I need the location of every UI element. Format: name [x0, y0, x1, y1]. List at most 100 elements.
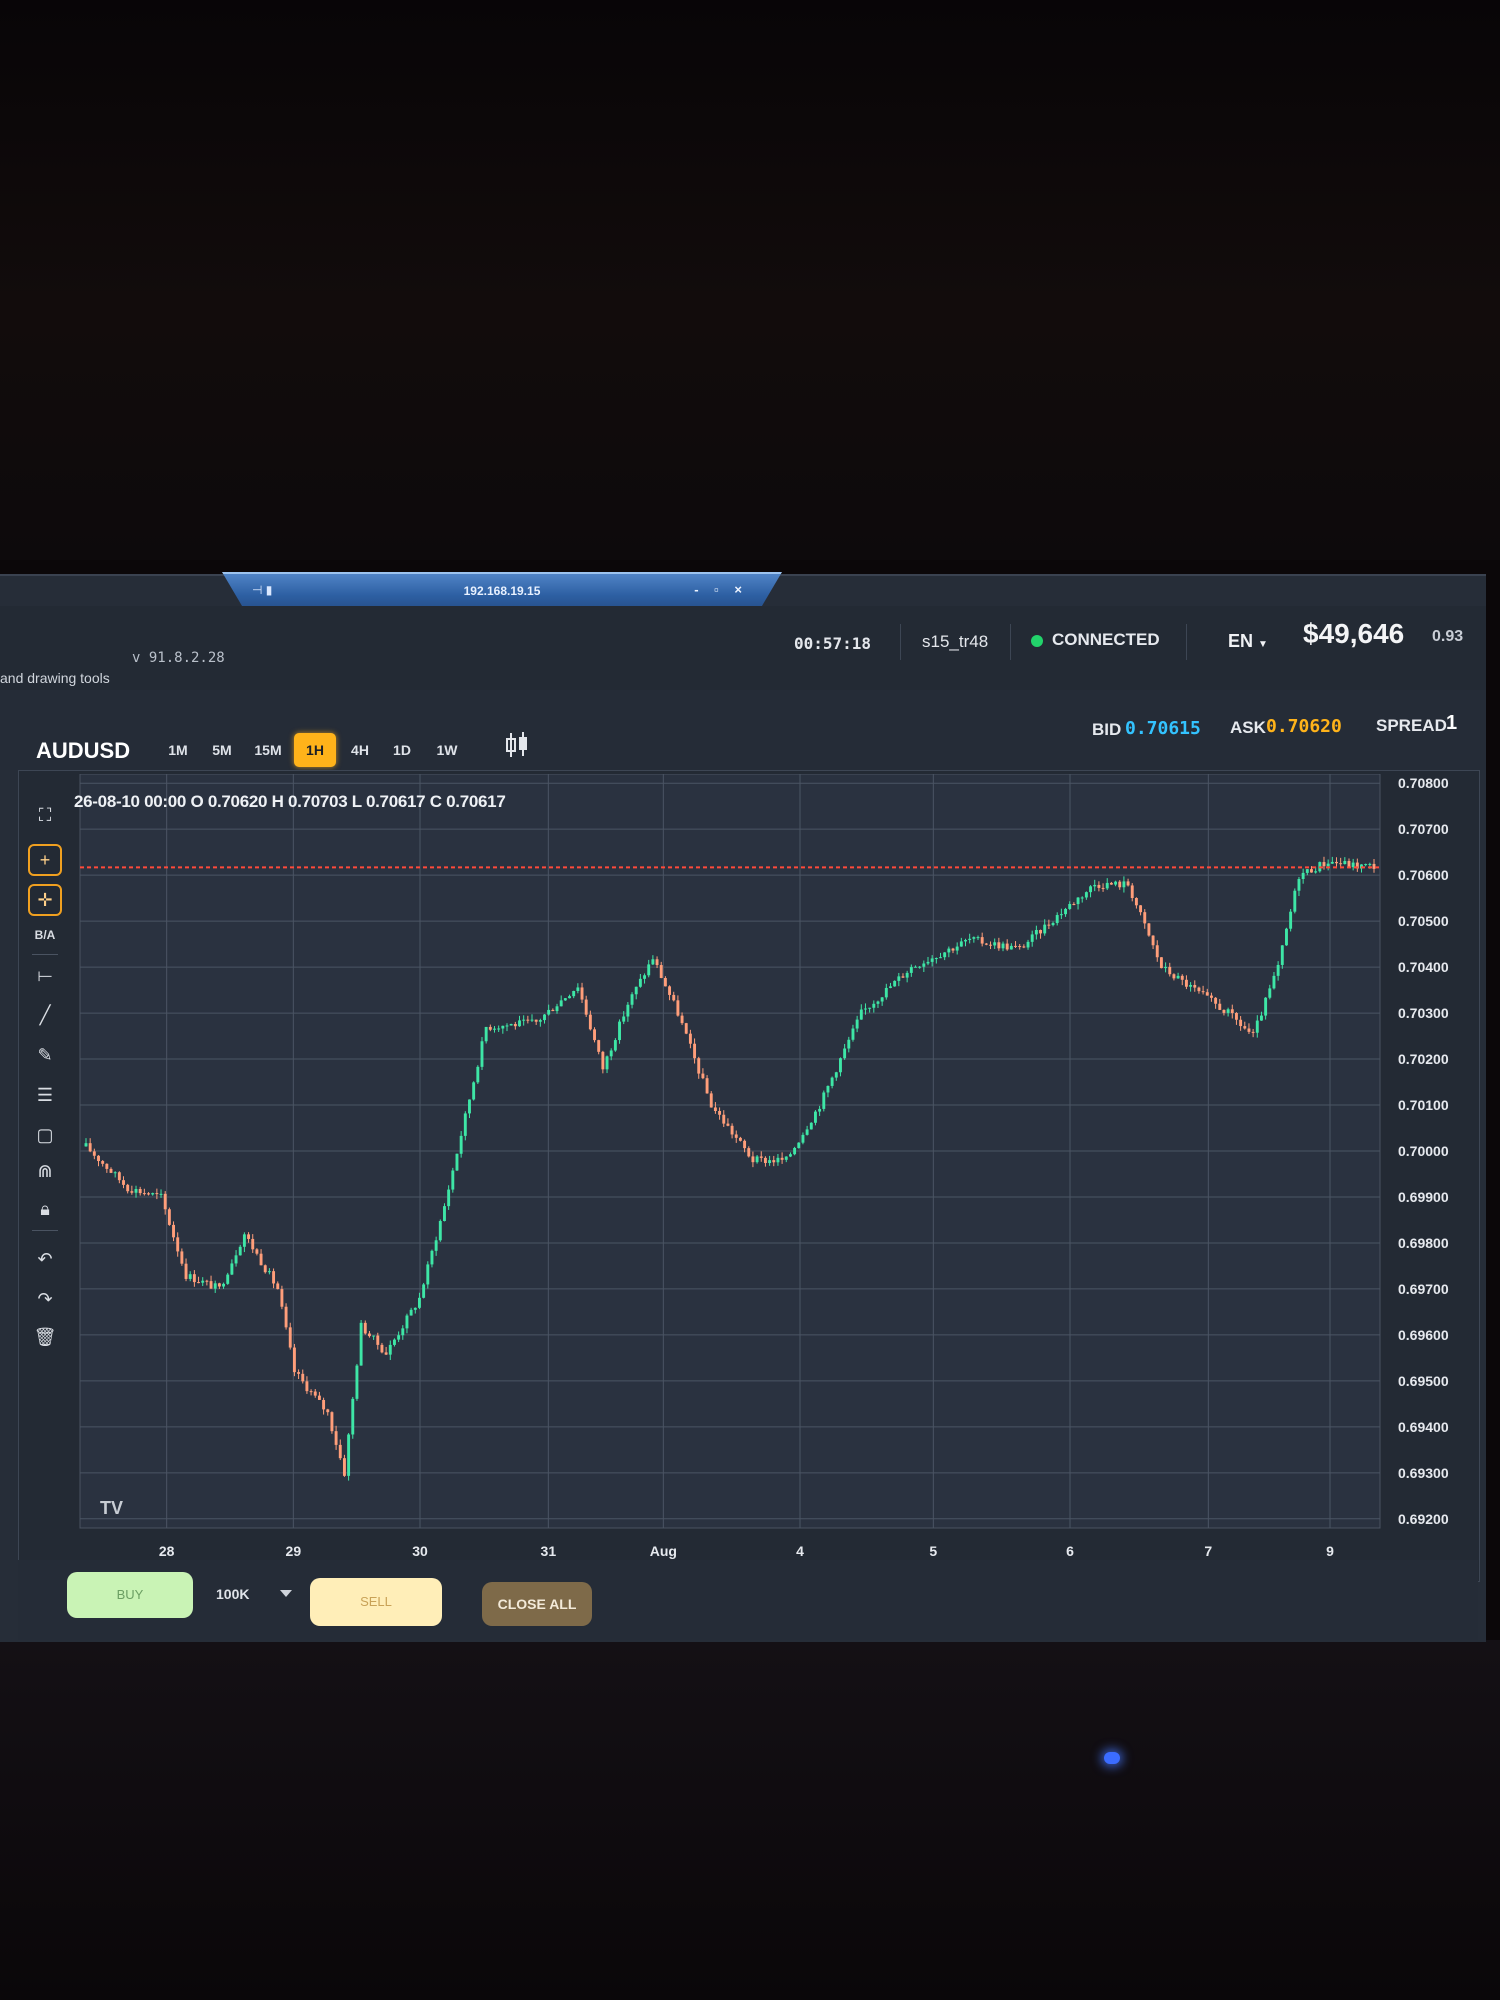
price-tick-label: 0.70600	[1398, 867, 1449, 883]
candle-body	[897, 976, 901, 981]
candle-body	[1076, 897, 1080, 905]
candle-body	[1255, 1020, 1259, 1033]
candle-body	[359, 1322, 363, 1366]
lock-icon[interactable]: 🔒︎	[28, 1194, 62, 1224]
candle-body	[955, 946, 959, 951]
candle-body	[1064, 908, 1068, 915]
candle-body	[401, 1328, 405, 1336]
timeframe-1h[interactable]: 1H	[294, 733, 336, 767]
divider	[1186, 624, 1187, 660]
drawing-toolbar: ⛶ + ✛ B/A ⟝ ╱ ✎ ☰ ▢ ⋒ 🔒︎ ↶ ↷ 🗑︎	[18, 790, 72, 1380]
candle-body	[543, 1014, 546, 1021]
candle-body	[734, 1134, 738, 1138]
candle-body	[618, 1021, 621, 1041]
candle-body	[1122, 881, 1126, 888]
timeframe-15m[interactable]: 15M	[248, 733, 288, 767]
horizontal-line-icon[interactable]: ⟝	[28, 960, 62, 990]
timeframe-1w[interactable]: 1W	[428, 733, 466, 767]
candle-body	[538, 1020, 542, 1022]
candle-body	[351, 1398, 355, 1435]
candle-body	[147, 1193, 150, 1195]
candle-body	[951, 948, 955, 951]
candle-body	[1176, 975, 1180, 979]
rectangle-icon[interactable]: ▢	[28, 1120, 62, 1150]
candle-body	[1018, 946, 1022, 948]
trash-icon[interactable]: 🗑︎	[28, 1322, 62, 1352]
candle-body	[1285, 928, 1288, 946]
trend-line-icon[interactable]: ╱	[28, 1000, 62, 1030]
candle-body	[263, 1265, 267, 1273]
pencil-icon[interactable]: ✎	[28, 1040, 62, 1070]
candle-body	[1051, 923, 1055, 926]
candle-body	[251, 1238, 255, 1250]
undo-icon[interactable]: ↶	[28, 1244, 62, 1274]
candle-body	[722, 1114, 726, 1124]
crosshair-alt-icon[interactable]: ✛	[28, 884, 62, 916]
close-all-button[interactable]: CLOSE ALL	[482, 1582, 592, 1626]
candle-body	[1272, 975, 1276, 989]
candle-body	[688, 1033, 692, 1044]
time-tick-label: 30	[412, 1543, 428, 1559]
fullscreen-icon[interactable]: ⛶	[28, 800, 62, 830]
timeframe-1m[interactable]: 1M	[160, 733, 196, 767]
candle-body	[280, 1289, 284, 1307]
candle-body	[672, 994, 676, 1001]
candle-body	[1197, 987, 1201, 992]
spread-value: 1	[1446, 712, 1458, 734]
divider	[32, 1230, 58, 1231]
candle-body	[584, 999, 588, 1015]
candle-body	[914, 966, 917, 968]
candle-body	[518, 1020, 521, 1027]
background-dark-room-top	[0, 0, 1500, 560]
candle-body	[130, 1191, 134, 1193]
price-tick-label: 0.69600	[1398, 1327, 1449, 1343]
redo-icon[interactable]: ↷	[28, 1284, 62, 1314]
candle-body	[447, 1189, 451, 1207]
candle-body	[547, 1009, 551, 1015]
candle-body	[609, 1050, 613, 1057]
candlestick-icon[interactable]	[504, 730, 530, 760]
candle-body	[647, 964, 651, 976]
candle-body	[1084, 892, 1088, 898]
language-select[interactable]: EN ▼	[1218, 624, 1278, 658]
candle-body	[172, 1224, 175, 1238]
candle-body	[1268, 988, 1272, 998]
price-chart[interactable]: 0.70800 0.70700 0.70600 0.70500 0.70400 0.703…	[72, 774, 1472, 1574]
window-controls[interactable]: - ▫ ×	[694, 582, 748, 597]
timeframe-1d[interactable]: 1D	[384, 733, 420, 767]
time-tick-label: 4	[796, 1543, 804, 1559]
buy-button[interactable]: BUY	[67, 1572, 193, 1618]
candle-body	[1034, 929, 1038, 935]
fibonacci-icon[interactable]: ☰	[28, 1080, 62, 1110]
timeframe-5m[interactable]: 5M	[204, 733, 240, 767]
candle-body	[255, 1249, 259, 1254]
candle-body	[1247, 1028, 1251, 1032]
candle-body	[242, 1234, 246, 1247]
candle-body	[1289, 911, 1293, 929]
candle-body	[497, 1028, 501, 1030]
candle-body	[1105, 882, 1109, 889]
candle-body	[1068, 903, 1072, 909]
timeframe-4h[interactable]: 4H	[342, 733, 378, 767]
candle-body	[201, 1280, 205, 1283]
candle-body	[730, 1125, 734, 1135]
magnet-icon[interactable]: ⋒	[28, 1156, 62, 1186]
sell-button[interactable]: SELL	[310, 1578, 442, 1626]
symbol-name[interactable]: AUDUSD	[36, 738, 130, 764]
candle-body	[1226, 1009, 1230, 1013]
candle-body	[409, 1309, 413, 1316]
candle-body	[1001, 943, 1005, 949]
candle-body	[989, 944, 992, 946]
candle-body	[301, 1373, 305, 1382]
candle-body	[651, 959, 655, 965]
crosshair-icon[interactable]: +	[28, 844, 62, 876]
bid-ask-toggle[interactable]: B/A	[28, 920, 62, 950]
candle-body	[426, 1264, 430, 1285]
lot-size-select[interactable]: 100K	[216, 1586, 249, 1602]
remote-session-bar[interactable]: ⊣ ▮ 192.168.19.15 - ▫ ×	[222, 572, 782, 610]
candle-body	[188, 1274, 192, 1279]
chevron-down-icon[interactable]	[280, 1590, 292, 1597]
candle-body	[1214, 997, 1218, 1004]
candle-body	[1368, 863, 1372, 865]
candle-body	[980, 937, 984, 944]
